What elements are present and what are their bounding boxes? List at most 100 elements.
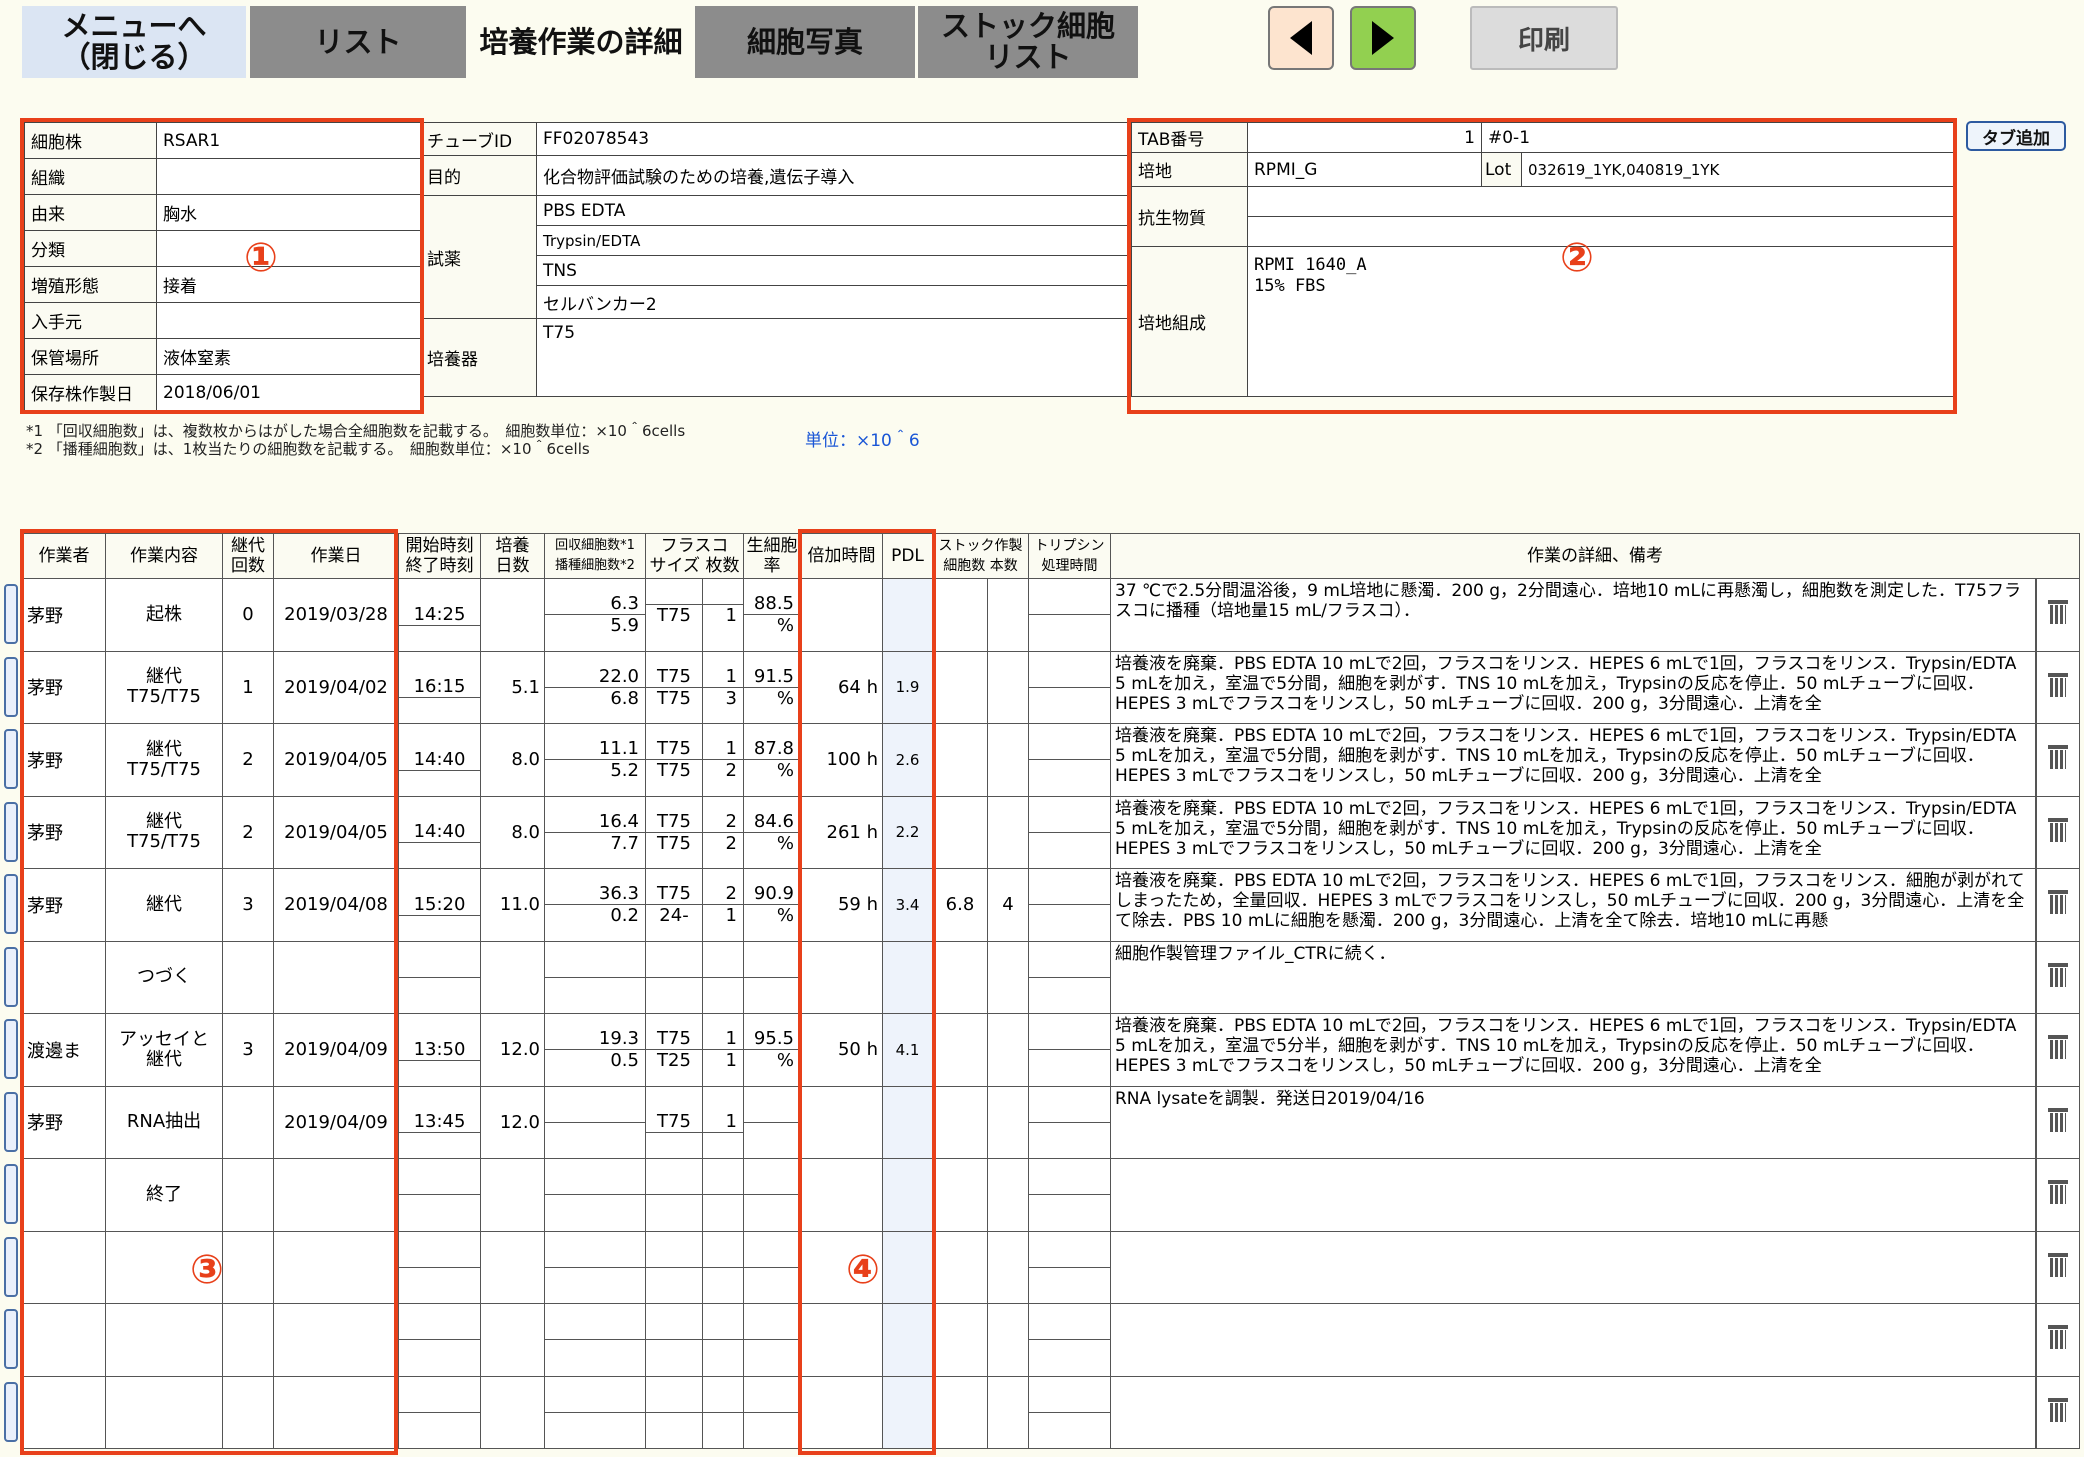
stock-cells-cell[interactable]	[932, 1303, 988, 1377]
doubling-time-cell[interactable]: 59 h	[800, 868, 883, 942]
table-row[interactable]	[22, 1303, 2080, 1377]
viability-cell[interactable]: 90.9%	[743, 868, 801, 942]
cells-cell[interactable]	[544, 1085, 646, 1159]
doubling-time-cell[interactable]	[800, 1303, 883, 1377]
flask-count-cell[interactable]: 1	[702, 578, 744, 652]
row-select-handle[interactable]	[4, 946, 18, 1007]
worker-cell[interactable]: 茅野	[22, 650, 106, 724]
worker-cell[interactable]: 渡邊ま	[22, 1013, 106, 1087]
stock-count-cell[interactable]	[987, 1085, 1029, 1159]
delete-button[interactable]	[2034, 868, 2080, 942]
row-select-handle[interactable]	[4, 1019, 18, 1079]
flask-size-2[interactable]: T75	[646, 759, 702, 781]
worker-cell[interactable]	[22, 1230, 106, 1304]
detail-cell[interactable]: 培養液を廃棄．PBS EDTA 10 mLで2回，フラスコをリンス．HEPES …	[1110, 1013, 2036, 1087]
flask-size-cell[interactable]: T75	[645, 1085, 703, 1159]
flask-count-1[interactable]: 1	[704, 1111, 743, 1132]
flask-count-cell[interactable]: 21	[702, 868, 744, 942]
passage-cell[interactable]: 1	[222, 650, 274, 724]
doubling-time-cell[interactable]	[800, 1158, 883, 1232]
tab-stock-cell-list[interactable]: ストック細胞 リスト	[918, 6, 1138, 78]
viability-cell[interactable]	[743, 1085, 801, 1159]
time-cell[interactable]: 14:40	[398, 795, 481, 869]
passage-cell[interactable]	[222, 1375, 274, 1449]
worker-cell[interactable]: 茅野	[22, 1085, 106, 1159]
start-time[interactable]: 15:20	[400, 894, 480, 915]
passage-cell[interactable]	[222, 1303, 274, 1377]
stock-count-cell[interactable]	[987, 1230, 1029, 1304]
detail-cell[interactable]: RNA lysateを調製．発送日2019/04/16	[1110, 1085, 2036, 1159]
doubling-time-cell[interactable]: 50 h	[800, 1013, 883, 1087]
stock-cells-cell[interactable]	[932, 1158, 988, 1232]
stock-count-cell[interactable]	[987, 940, 1029, 1014]
flask-size-cell[interactable]: T75 T25	[645, 1013, 703, 1087]
flask-count-cell[interactable]: 1	[702, 1085, 744, 1159]
flask-size-cell[interactable]: T75 T75	[645, 723, 703, 797]
cells-cell[interactable]	[544, 1303, 646, 1377]
task-cell[interactable]: 継代	[105, 868, 223, 942]
date-cell[interactable]: 2019/04/09	[273, 1013, 399, 1087]
flask-count-cell[interactable]	[702, 1158, 744, 1232]
trypsin-time-2[interactable]	[1029, 1339, 1110, 1341]
flask-size-cell[interactable]	[645, 1375, 703, 1449]
cells-cell[interactable]	[544, 940, 646, 1014]
flask-size-cell[interactable]	[645, 1158, 703, 1232]
tab-menu-close[interactable]: メニューへ （閉じる）	[22, 6, 246, 78]
cells-cell[interactable]: 36.3 0.2	[544, 868, 646, 942]
end-time[interactable]	[399, 842, 480, 844]
pdl-cell[interactable]: 2.2	[882, 795, 933, 869]
flask-count-2[interactable]: 3	[703, 686, 743, 709]
antibiotic-value-1[interactable]	[1246, 186, 1955, 217]
stock-count-cell[interactable]: 4	[987, 868, 1029, 942]
row-select-handle[interactable]	[4, 1236, 18, 1297]
flask-size-2[interactable]	[646, 976, 702, 978]
end-time[interactable]	[399, 1059, 480, 1061]
stock-count-cell[interactable]	[987, 795, 1029, 869]
cells-cell[interactable]	[544, 1158, 646, 1232]
flask-count-2[interactable]: 1	[703, 603, 743, 626]
passage-cell[interactable]	[222, 1085, 274, 1159]
tab-number-value[interactable]: 1	[1247, 122, 1482, 153]
trypsin-time-cell[interactable]	[1028, 940, 1111, 1014]
task-cell[interactable]: 継代 T75/T75	[105, 795, 223, 869]
stock-count-cell[interactable]	[987, 723, 1029, 797]
trypsin-time-2[interactable]	[1029, 686, 1110, 688]
flask-size-1[interactable]: T75	[647, 1028, 702, 1049]
viability-cell[interactable]: 88.5%	[743, 578, 801, 652]
pdl-cell[interactable]	[882, 1375, 933, 1449]
days-cell[interactable]	[480, 1158, 545, 1232]
detail-cell[interactable]: 培養液を廃棄．PBS EDTA 10 mLで2回，フラスコをリンス．HEPES …	[1110, 795, 2036, 869]
flask-size-cell[interactable]: T75	[645, 578, 703, 652]
seeded-cells[interactable]	[545, 1339, 645, 1341]
passage-cell[interactable]: 3	[222, 1013, 274, 1087]
table-row[interactable]	[22, 1230, 2080, 1304]
delete-button[interactable]	[2034, 1013, 2080, 1087]
flask-count-2[interactable]: 1	[703, 904, 743, 926]
cell-info-value[interactable]: 接着	[156, 266, 421, 303]
doubling-time-cell[interactable]: 100 h	[800, 723, 883, 797]
viability-cell[interactable]	[743, 940, 801, 1014]
row-select-handle[interactable]	[4, 1381, 18, 1442]
time-cell[interactable]	[398, 1303, 481, 1377]
start-time[interactable]: 16:15	[400, 676, 480, 697]
date-cell[interactable]: 2019/03/28	[273, 578, 399, 652]
trypsin-time-cell[interactable]	[1028, 1158, 1111, 1232]
cell-info-value[interactable]: 胸水	[156, 194, 421, 231]
antibiotic-value-2[interactable]	[1246, 216, 1955, 247]
viability-value[interactable]: 91.5	[745, 666, 800, 687]
delete-button[interactable]	[2034, 723, 2080, 797]
print-button[interactable]: 印刷	[1470, 6, 1618, 70]
pdl-cell[interactable]: 3.4	[882, 868, 933, 942]
viability-cell[interactable]: 91.5%	[743, 650, 801, 724]
table-row[interactable]: 茅野 継代 T75/T75 1 2019/04/02 16:15 5.1 22.0 6.8 T7…	[22, 650, 2080, 724]
cells-cell[interactable]: 19.3 0.5	[544, 1013, 646, 1087]
date-cell[interactable]: 2019/04/02	[273, 650, 399, 724]
time-cell[interactable]: 13:45	[398, 1085, 481, 1159]
end-time[interactable]	[399, 624, 480, 626]
task-cell[interactable]: つづく	[105, 940, 223, 1014]
flask-count-2[interactable]: 2	[703, 831, 743, 854]
days-cell[interactable]	[480, 1303, 545, 1377]
cells-cell[interactable]: 6.3 5.9	[544, 578, 646, 652]
seeded-cells[interactable]	[545, 1194, 645, 1196]
row-select-handle[interactable]	[4, 656, 18, 717]
